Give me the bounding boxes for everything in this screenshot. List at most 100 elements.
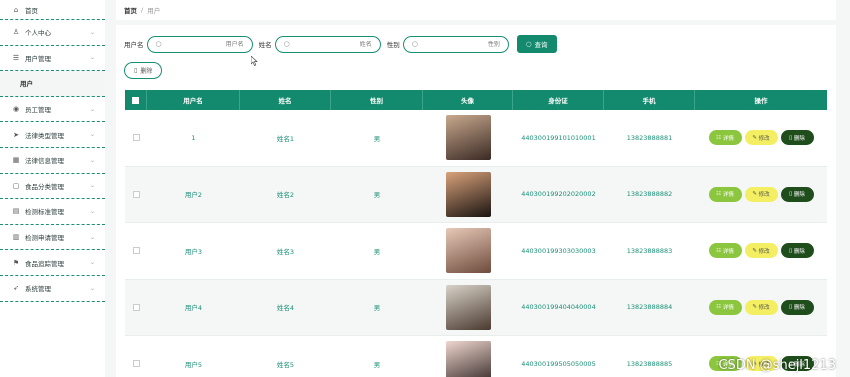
send-icon: ➤ bbox=[13, 130, 19, 139]
cell-actions: ☷ 详情 ✎ 修改 ▯ 删除 bbox=[695, 167, 827, 223]
shop-icon: ▤ bbox=[12, 207, 20, 216]
delete-button[interactable]: ▯ 删除 bbox=[780, 186, 814, 202]
chevron-down-icon: ⌄ bbox=[89, 156, 95, 164]
delete-button[interactable]: ▯ 删除 bbox=[780, 130, 814, 146]
row-checkbox[interactable] bbox=[132, 134, 140, 142]
breadcrumb-current: 用户 bbox=[147, 7, 161, 15]
sidebar-item[interactable]: ▢ 食品分类管理 ⌄ bbox=[0, 174, 105, 200]
cell-avatar bbox=[423, 336, 513, 377]
header-username: 用户名 bbox=[147, 90, 240, 110]
watermark: CSDN @shejl1213 bbox=[718, 358, 836, 373]
sidebar-item[interactable]: 用户 bbox=[0, 71, 105, 97]
trash-icon: ▯ bbox=[789, 304, 793, 311]
user-table: 用户名 姓名 性别 头像 身份证 手机 操作 1 姓名1 男 440300199101… bbox=[125, 90, 827, 377]
cell-name: 姓名2 bbox=[276, 191, 295, 200]
detail-button[interactable]: ☷ 详情 bbox=[708, 186, 742, 202]
sidebar-item[interactable]: ➤ 法律类型管理 ⌄ bbox=[0, 122, 105, 148]
chevron-down-icon: ⌄ bbox=[89, 233, 95, 241]
row-checkbox[interactable] bbox=[132, 360, 140, 368]
sidebar-item[interactable]: ▤ 检测标准管理 ⌄ bbox=[0, 199, 105, 225]
username-field[interactable]: ○ bbox=[146, 35, 253, 53]
edit-button[interactable]: ✎ 修改 bbox=[744, 299, 778, 315]
sidebar-item[interactable]: ⌂ 首页 bbox=[0, 0, 105, 20]
detail-button[interactable]: ☷ 详情 bbox=[708, 299, 742, 315]
edit-button[interactable]: ✎ 修改 bbox=[744, 186, 778, 202]
row-select-cell bbox=[125, 336, 147, 377]
cell-username: 用户4 bbox=[184, 304, 203, 313]
cell-phone: 13823888882 bbox=[626, 190, 673, 199]
flag-icon: ⚑ bbox=[12, 258, 20, 267]
cell-name: 姓名4 bbox=[276, 304, 295, 313]
cell-gender: 男 bbox=[373, 247, 381, 256]
sidebar-item[interactable]: ◉ 员工管理 ⌄ bbox=[0, 97, 105, 123]
edit-button[interactable]: ✎ 修改 bbox=[744, 243, 778, 259]
header-avatar: 头像 bbox=[423, 90, 513, 110]
sidebar-item[interactable]: ▥ 检测申请管理 ⌄ bbox=[0, 225, 105, 251]
cell-name: 姓名5 bbox=[276, 360, 295, 369]
username-input[interactable] bbox=[165, 40, 244, 48]
sidebar-item[interactable]: ⚑ 食品追踪管理 ⌄ bbox=[0, 250, 105, 276]
trash-icon: ▯ bbox=[789, 191, 793, 198]
detail-button[interactable]: ☷ 详情 bbox=[708, 130, 742, 146]
cell-id-card: 440300199404040004 bbox=[521, 303, 596, 312]
header-name: 姓名 bbox=[240, 90, 331, 110]
chevron-down-icon: ⌄ bbox=[89, 259, 95, 267]
sidebar-item[interactable]: ♙ 个人中心 ⌄ bbox=[0, 20, 105, 46]
cell-avatar bbox=[423, 167, 513, 223]
delete-button[interactable]: ▯ 删除 bbox=[780, 299, 814, 315]
edit-icon: ✎ bbox=[752, 134, 757, 141]
cell-actions: ☷ 详情 ✎ 修改 ▯ 删除 bbox=[695, 110, 827, 166]
table-header: 用户名 姓名 性别 头像 身份证 手机 操作 bbox=[125, 90, 827, 110]
table-row: 用户3 姓名3 男 440300199303030003 13823888883 ☷ 详情… bbox=[125, 223, 827, 280]
sidebar-item-label: 检测标准管理 bbox=[25, 208, 64, 217]
chevron-down-icon: ⌄ bbox=[89, 207, 95, 215]
content-panel: 用户名 ○ 姓名 ○ 性别 ○ ○ 查询 ▯ 删除 用户名 姓名 性别 头像 bbox=[116, 25, 836, 377]
cell-id-card: 440300199505050005 bbox=[521, 359, 596, 368]
edit-icon: ✎ bbox=[752, 191, 757, 198]
edit-icon: ✎ bbox=[752, 304, 757, 311]
cell-username: 用户5 bbox=[184, 360, 203, 369]
batch-delete-button[interactable]: ▯ 删除 bbox=[124, 62, 163, 79]
sidebar-item[interactable]: ➶ 系统管理 ⌄ bbox=[0, 276, 105, 302]
sidebar-item[interactable]: ▦ 法律信息管理 ⌄ bbox=[0, 148, 105, 174]
select-all-checkbox[interactable] bbox=[132, 96, 139, 104]
edit-label: 修改 bbox=[758, 135, 770, 142]
cell-gender: 男 bbox=[373, 304, 381, 313]
sidebar-item[interactable]: ☰ 用户管理 ⌄ bbox=[0, 46, 105, 72]
detail-label: 详情 bbox=[722, 305, 734, 312]
edit-label: 修改 bbox=[758, 305, 770, 312]
username-label: 用户名 bbox=[124, 41, 144, 49]
search-icon: ○ bbox=[283, 40, 290, 48]
search-button-label: 查询 bbox=[534, 41, 548, 49]
edit-button[interactable]: ✎ 修改 bbox=[744, 130, 778, 146]
cell-username: 用户2 bbox=[184, 191, 203, 200]
delete-label: 删除 bbox=[793, 248, 805, 255]
cell-id-card: 440300199303030003 bbox=[521, 246, 596, 255]
sidebar-item-label: 检测申请管理 bbox=[25, 234, 64, 243]
name-field[interactable]: ○ bbox=[274, 35, 381, 53]
detail-button[interactable]: ☷ 详情 bbox=[708, 243, 742, 259]
search-button[interactable]: ○ 查询 bbox=[516, 35, 557, 53]
trash-icon: ▯ bbox=[789, 134, 793, 141]
row-checkbox[interactable] bbox=[132, 303, 140, 311]
cell-phone: 13823888883 bbox=[626, 246, 673, 255]
delete-button[interactable]: ▯ 删除 bbox=[780, 243, 814, 259]
batch-delete-label: 删除 bbox=[140, 68, 153, 75]
cell-actions: ☷ 详情 ✎ 修改 ▯ 删除 bbox=[695, 280, 827, 336]
detail-icon: ☷ bbox=[716, 134, 722, 141]
printer-icon: ▥ bbox=[12, 233, 20, 242]
gender-input[interactable] bbox=[421, 40, 500, 48]
header-id-card: 身份证 bbox=[513, 90, 604, 110]
row-checkbox[interactable] bbox=[132, 190, 140, 198]
cell-id-card: 440300199202020002 bbox=[521, 190, 596, 199]
cell-avatar bbox=[423, 110, 513, 166]
name-input[interactable] bbox=[293, 40, 372, 48]
row-checkbox[interactable] bbox=[132, 247, 140, 255]
edit-label: 修改 bbox=[758, 192, 770, 199]
cell-avatar bbox=[423, 280, 513, 336]
breadcrumb-home[interactable]: 首页 bbox=[124, 5, 137, 15]
sidebar-item-label: 用户 bbox=[20, 80, 33, 89]
gender-field[interactable]: ○ bbox=[402, 35, 509, 53]
delete-label: 删除 bbox=[793, 135, 805, 142]
table-row: 用户2 姓名2 男 440300199202020002 13823888882 ☷ 详情… bbox=[125, 166, 827, 223]
